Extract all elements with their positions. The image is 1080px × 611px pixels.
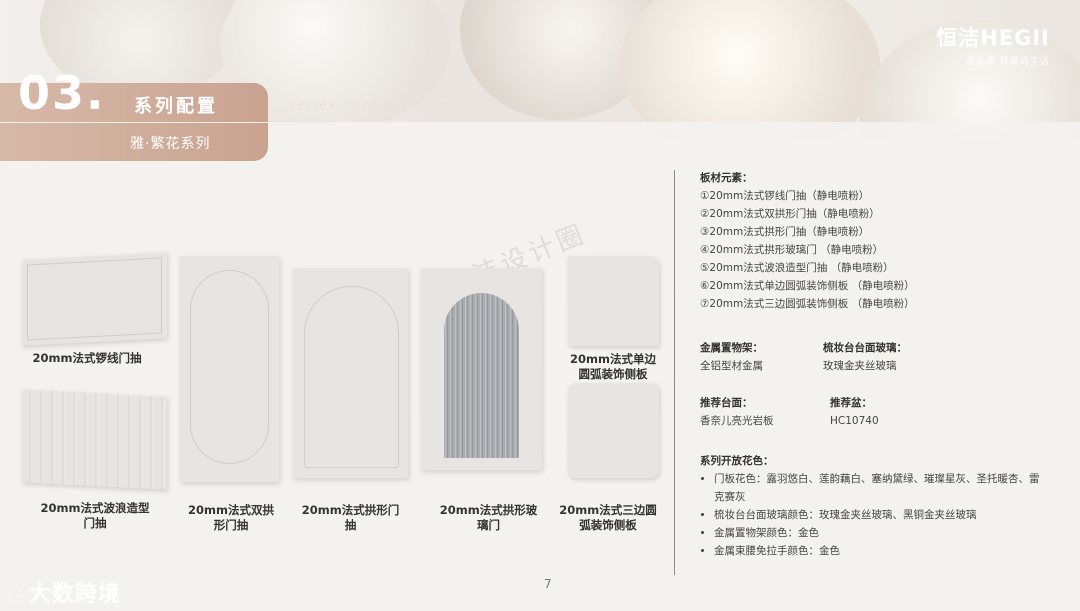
brand-logo: 恒洁HEGII 选品质 就是选生活 [936, 22, 1050, 67]
spec-metal-shelf: 金属置物架： 全铝型材金属 [700, 339, 820, 375]
material-item: ⑤20mm法式波浪造型门抽 （静电喷粉） [700, 262, 894, 274]
panel-label-single-arc: 20mm法式单边圆弧装饰侧板 [570, 352, 656, 381]
panel-label-wave-drawer: 20mm法式波浪造型门抽 [40, 501, 150, 530]
section-title-en: Series Configuration [288, 98, 451, 112]
spec-colors: 系列开放花色： 门板花色：露羽悠白、莲韵藕白、塞纳黛绿、璀璨星灰、圣托暖杏、雷克… [700, 452, 1040, 560]
countertop-value: 香奈儿亮光岩板 [700, 415, 774, 427]
chat-bubble-icon: ◌ [8, 585, 25, 606]
colors-list: 门板花色：露羽悠白、莲韵藕白、塞纳黛绿、璀璨星灰、圣托暖杏、雷克赛灰 梳妆台台面… [700, 470, 1040, 560]
panel-label-arch-glass: 20mm法式拱形玻璃门 [439, 503, 538, 532]
panel-label-line-drawer: 20mm法式锣线门抽 [32, 351, 142, 365]
color-item: 梳妆台台面玻璃颜色：玫瑰金夹丝玻璃、黑铜金夹丝玻璃 [714, 506, 1040, 524]
spec-vanity-glass: 梳妆台台面玻璃： 玫瑰金夹丝玻璃 [823, 339, 973, 375]
flower-petal [620, 0, 880, 140]
panel-single-arc [568, 256, 659, 346]
color-item: 门板花色：露羽悠白、莲韵藕白、塞纳黛绿、璀璨星灰、圣托暖杏、雷克赛灰 [714, 470, 1040, 506]
panel-double-arch [180, 256, 279, 482]
panel-label-double-arch: 20mm法式双拱形门抽 [188, 503, 274, 532]
material-item: ⑥20mm法式单边圆弧装饰侧板 （静电喷粉） [700, 280, 915, 292]
section-subtitle: 雅·繁花系列 [130, 136, 211, 152]
material-item: ③20mm法式拱形门抽（静电喷粉） [700, 226, 870, 238]
panel-wave-drawer [22, 389, 167, 490]
footer-logo-text: 大数跨境 [28, 582, 121, 607]
panel-line-drawer [22, 252, 167, 346]
material-item: ⑦20mm法式三边圆弧装饰侧板 （静电喷粉） [700, 298, 915, 310]
panel-arch-glass [421, 268, 542, 470]
vertical-divider [674, 170, 675, 575]
section-divider [0, 122, 440, 123]
spec-materials-title: 板材元素： [700, 172, 753, 184]
spec-countertop: 推荐台面： 香奈儿亮光岩板 [700, 394, 825, 430]
panel-arch [293, 268, 408, 478]
metal-shelf-value: 全铝型材金属 [700, 360, 763, 372]
color-item: 金属置物架颜色：金色 [714, 524, 1040, 542]
colors-title: 系列开放花色： [700, 455, 774, 467]
page-number: 7 [544, 577, 552, 591]
brand-name: 恒洁HEGII [936, 26, 1050, 50]
material-item: ②20mm法式双拱形门抽（静电喷粉） [700, 208, 880, 220]
brand-slogan: 选品质 就是选生活 [966, 57, 1050, 67]
material-item: ①20mm法式锣线门抽（静电喷粉） [700, 190, 870, 202]
metal-shelf-title: 金属置物架： [700, 342, 763, 354]
spec-basin: 推荐盆： HC10740 [830, 394, 950, 430]
vanity-glass-title: 梳妆台台面玻璃： [823, 342, 907, 354]
color-item: 金属束腰免拉手颜色：金色 [714, 542, 1040, 560]
fluted-glass [444, 293, 519, 458]
footer-logo: ◌ 大数跨境 [8, 576, 121, 608]
panel-label-three-arc: 20mm法式三边圆弧装饰侧板 [559, 503, 657, 532]
section-number: 03. [18, 66, 106, 120]
spec-materials: 板材元素： ①20mm法式锣线门抽（静电喷粉） ②20mm法式双拱形门抽（静电喷… [700, 169, 1000, 313]
panel-three-arc [568, 383, 659, 478]
basin-title: 推荐盆： [830, 397, 872, 409]
countertop-title: 推荐台面： [700, 397, 753, 409]
vanity-glass-value: 玫瑰金夹丝玻璃 [823, 360, 897, 372]
basin-value: HC10740 [830, 415, 879, 427]
material-item: ④20mm法式拱形玻璃门 （静电喷粉） [700, 244, 884, 256]
section-title: 系列配置 [134, 96, 218, 117]
panel-label-arch: 20mm法式拱形门抽 [301, 503, 400, 532]
